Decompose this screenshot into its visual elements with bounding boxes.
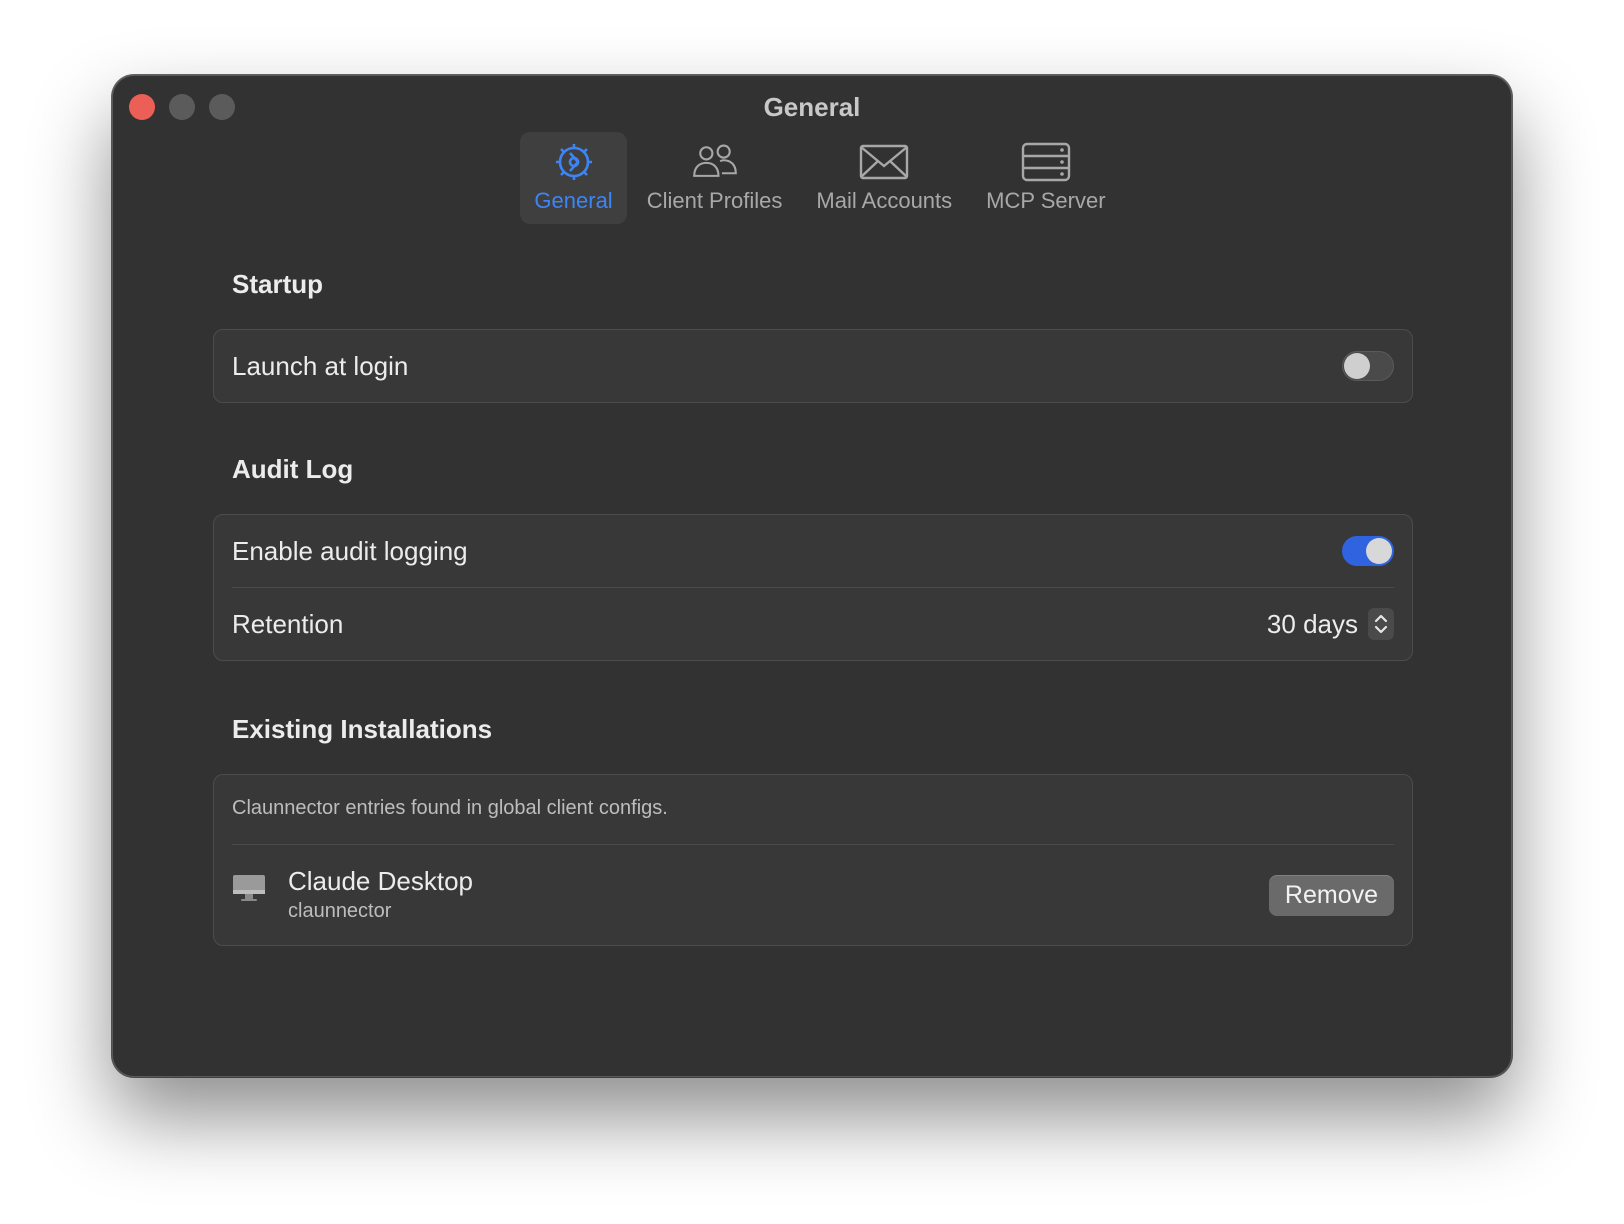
enable-audit-logging-toggle[interactable] bbox=[1342, 536, 1394, 566]
installations-group: Claunnector entries found in global clie… bbox=[213, 774, 1413, 946]
audit-log-section-title: Audit Log bbox=[232, 454, 354, 484]
installation-row: Claude Desktop claunnector Remove bbox=[232, 844, 1394, 945]
installation-text: Claude Desktop claunnector bbox=[288, 865, 1269, 925]
installations-note: Claunnector entries found in global clie… bbox=[232, 797, 668, 819]
audit-log-group: Enable audit logging Retention 30 days bbox=[213, 514, 1413, 661]
retention-label: Retention bbox=[232, 608, 344, 639]
envelope-icon bbox=[860, 144, 909, 180]
chevron-up-down-icon bbox=[1374, 614, 1388, 634]
tab-label: Mail Accounts bbox=[816, 188, 953, 213]
launch-at-login-toggle[interactable] bbox=[1342, 351, 1394, 381]
remove-button[interactable]: Remove bbox=[1268, 874, 1394, 916]
startup-section-title: Startup bbox=[232, 269, 323, 299]
gear-icon bbox=[555, 144, 592, 180]
preferences-toolbar: General Client Profiles Mail Accounts MC… bbox=[113, 132, 1511, 224]
toggle-knob bbox=[1366, 538, 1392, 564]
installation-server-name: claunnector bbox=[288, 900, 392, 922]
server-icon bbox=[1021, 142, 1071, 182]
startup-group: Launch at login bbox=[213, 329, 1413, 403]
desktop-icon bbox=[233, 875, 265, 901]
tab-label: Client Profiles bbox=[646, 188, 783, 213]
tab-general[interactable]: General bbox=[520, 132, 627, 224]
retention-value[interactable]: 30 days bbox=[1267, 609, 1358, 640]
window-title: General bbox=[763, 92, 861, 122]
tab-mail-accounts[interactable]: Mail Accounts bbox=[802, 132, 966, 224]
settings-window: General General Client Profiles Mail Acc… bbox=[112, 75, 1512, 1077]
retention-stepper[interactable] bbox=[1368, 608, 1394, 640]
launch-at-login-label: Launch at login bbox=[232, 350, 409, 381]
installation-name: Claude Desktop bbox=[288, 866, 473, 896]
installations-section-title: Existing Installations bbox=[232, 714, 493, 744]
tab-client-profiles[interactable]: Client Profiles bbox=[633, 132, 797, 224]
enable-audit-logging-label: Enable audit logging bbox=[232, 535, 468, 566]
tab-mcp-server[interactable]: MCP Server bbox=[972, 132, 1119, 224]
retention-row: Retention 30 days bbox=[232, 587, 1394, 660]
toggle-knob bbox=[1344, 353, 1370, 379]
tab-label: MCP Server bbox=[986, 188, 1106, 213]
enable-audit-logging-row: Enable audit logging bbox=[214, 515, 1412, 587]
tab-label: General bbox=[534, 188, 613, 213]
people-icon bbox=[692, 144, 737, 177]
launch-at-login-row: Launch at login bbox=[214, 330, 1412, 402]
